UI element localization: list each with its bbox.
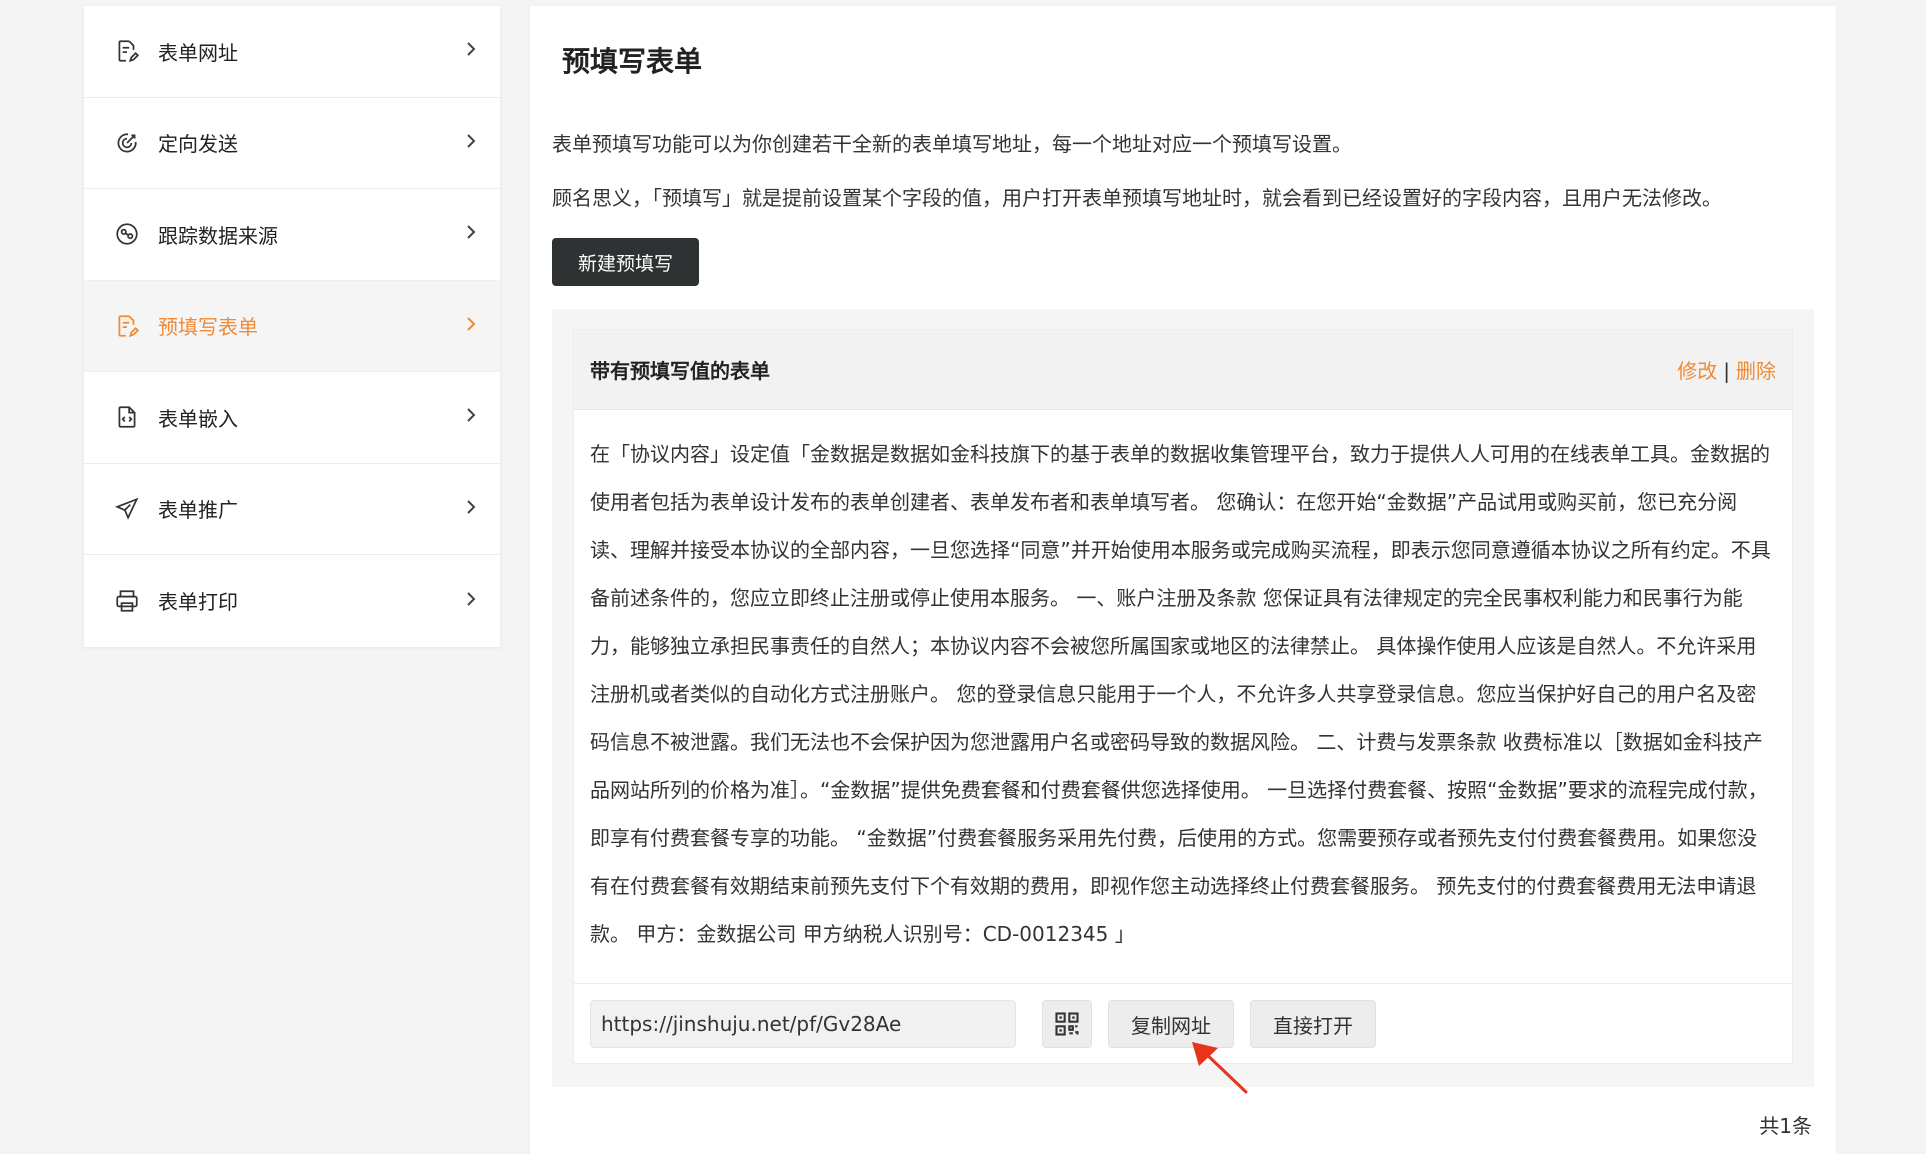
form-edit-icon bbox=[112, 36, 142, 66]
edit-link[interactable]: 修改 bbox=[1677, 359, 1717, 383]
sidebar-item-label: 定向发送 bbox=[158, 132, 238, 157]
prefill-list: 带有预填写值的表单 修改 | 删除 在「协议内容」设定值「金数据是数据如金科技旗下的… bbox=[552, 309, 1814, 1087]
sidebar-item-form-embed[interactable]: 表单嵌入 bbox=[84, 372, 500, 464]
chevron-right-icon bbox=[464, 497, 478, 521]
sidebar-item-form-print[interactable]: 表单打印 bbox=[84, 555, 500, 647]
target-icon bbox=[112, 128, 142, 158]
chevron-right-icon bbox=[464, 131, 478, 155]
sidebar-item-label: 表单网址 bbox=[158, 40, 238, 65]
sidebar-item-label: 预填写表单 bbox=[158, 315, 258, 340]
card-actions: 修改 | 删除 bbox=[1677, 355, 1776, 384]
paper-plane-icon bbox=[112, 494, 142, 524]
chevron-right-icon bbox=[464, 314, 478, 338]
sidebar-nav: 表单网址 定向发送 跟踪数据来源 预填写表单 表单嵌入 表单推广 表单打印 bbox=[84, 6, 500, 647]
sidebar-item-label: 跟踪数据来源 bbox=[158, 223, 278, 248]
sidebar-item-label: 表单推广 bbox=[158, 498, 238, 523]
chevron-right-icon bbox=[464, 39, 478, 63]
delete-link[interactable]: 删除 bbox=[1736, 359, 1776, 383]
chevron-right-icon bbox=[464, 405, 478, 429]
chart-source-icon bbox=[112, 219, 142, 249]
sidebar-item-prefill-form[interactable]: 预填写表单 bbox=[84, 280, 500, 372]
card-footer: 复制网址 直接打开 bbox=[574, 984, 1792, 1064]
page-title: 预填写表单 bbox=[562, 45, 703, 78]
sidebar-item-form-promote[interactable]: 表单推广 bbox=[84, 464, 500, 555]
prefill-url-input[interactable] bbox=[590, 1000, 1016, 1048]
sidebar-item-targeted-send[interactable]: 定向发送 bbox=[84, 98, 500, 189]
sidebar-item-label: 表单嵌入 bbox=[158, 406, 238, 431]
description-line-2: 顾名思义，「预填写」就是提前设置某个字段的值，用户打开表单预填写地址时，就会看到… bbox=[552, 186, 1722, 210]
card-title: 带有预填写值的表单 bbox=[590, 359, 770, 383]
qr-code-icon bbox=[1055, 1012, 1079, 1036]
main-panel: 预填写表单 表单预填写功能可以为你创建若干全新的表单填写地址，每一个地址对应一个… bbox=[530, 6, 1836, 1154]
new-prefill-button[interactable]: 新建预填写 bbox=[552, 238, 699, 286]
prefill-content: 在「协议内容」设定值「金数据是数据如金科技旗下的基于表单的数据收集管理平台，致力… bbox=[574, 410, 1792, 984]
form-edit-icon bbox=[112, 311, 142, 341]
annotation-arrow-icon bbox=[1192, 1042, 1248, 1094]
action-separator: | bbox=[1723, 359, 1730, 383]
chevron-right-icon bbox=[464, 222, 478, 246]
prefill-card: 带有预填写值的表单 修改 | 删除 在「协议内容」设定值「金数据是数据如金科技旗下的… bbox=[573, 329, 1793, 1064]
description-line-1: 表单预填写功能可以为你创建若干全新的表单填写地址，每一个地址对应一个预填写设置。 bbox=[552, 132, 1352, 156]
chevron-right-icon bbox=[464, 589, 478, 613]
sidebar-item-track-source[interactable]: 跟踪数据来源 bbox=[84, 189, 500, 281]
card-header: 带有预填写值的表单 修改 | 删除 bbox=[574, 330, 1792, 410]
open-directly-button[interactable]: 直接打开 bbox=[1250, 1000, 1376, 1048]
sidebar-item-label: 表单打印 bbox=[158, 590, 238, 615]
printer-icon bbox=[112, 586, 142, 616]
total-count: 共1条 bbox=[1759, 1114, 1812, 1138]
qr-code-button[interactable] bbox=[1042, 1000, 1092, 1048]
sidebar-item-form-url[interactable]: 表单网址 bbox=[84, 6, 500, 98]
code-file-icon bbox=[112, 402, 142, 432]
